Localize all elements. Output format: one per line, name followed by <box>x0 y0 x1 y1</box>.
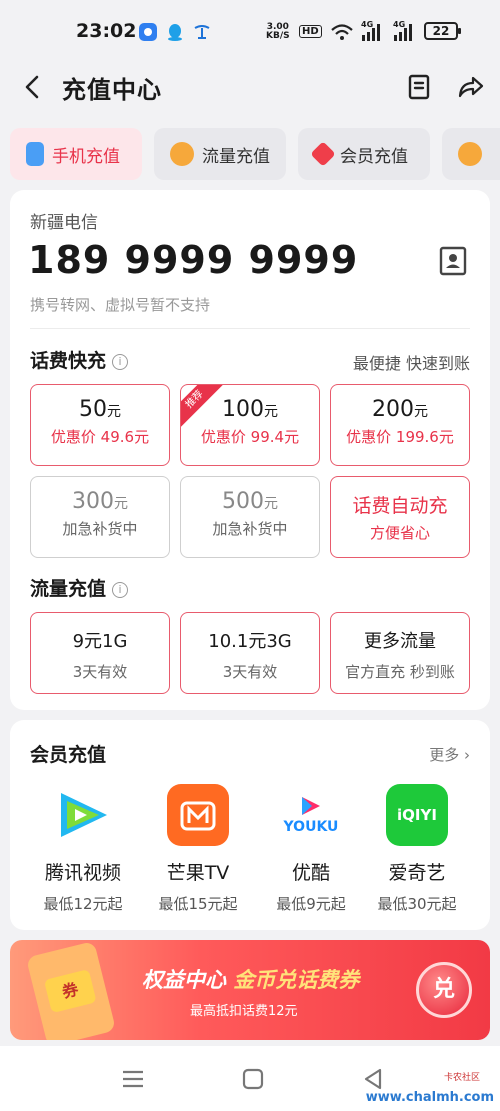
tab-more[interactable] <box>442 128 500 180</box>
tab-phone-recharge[interactable]: 手机充值 <box>10 128 142 180</box>
flow-option-1g[interactable]: 9元1G 3天有效 <box>30 612 170 694</box>
share-icon[interactable] <box>456 72 486 102</box>
info-icon[interactable]: i <box>112 582 129 598</box>
app-mango-tv[interactable]: 芒果TV 最低15元起 <box>143 784 253 914</box>
app-youku[interactable]: YOUKU 优酷 最低9元起 <box>256 784 366 914</box>
app-tencent-video[interactable]: 腾讯视频 最低12元起 <box>28 784 138 914</box>
back-icon[interactable] <box>360 1066 386 1092</box>
back-arrow-icon[interactable] <box>18 72 48 102</box>
battery-indicator: 22 <box>424 22 461 40</box>
tab-label: 手机充值 <box>52 146 120 167</box>
flow-option-3g[interactable]: 10.1元3G 3天有效 <box>180 612 320 694</box>
category-tabs: 手机充值 流量充值 会员充值 <box>0 128 500 180</box>
app-notification-icon <box>139 23 157 41</box>
flow-section-title: 流量充值 i <box>30 574 129 601</box>
rewards-banner[interactable]: 券 权益中心 金币兑话费券 最高抵扣话费12元 兑 <box>10 940 490 1040</box>
tab-label: 会员充值 <box>340 146 408 167</box>
data-bolt-icon <box>170 142 194 166</box>
fee-option-200[interactable]: 200元 优惠价 199.6元 <box>330 384 470 466</box>
iqiyi-logo-icon: iQIYI <box>386 784 448 846</box>
tab-label: 流量充值 <box>202 146 270 167</box>
chevron-right-icon: › <box>464 746 470 764</box>
menu-icon[interactable] <box>120 1066 146 1092</box>
carrier-name: 新疆电信 <box>30 213 98 233</box>
signal-icon-2 <box>394 24 412 41</box>
watermark-brand: 卡农社区 <box>443 1073 480 1083</box>
network-speed: 3.00 KB/S <box>266 22 290 41</box>
mango-tv-logo-icon <box>167 784 229 846</box>
home-icon[interactable] <box>240 1066 266 1092</box>
banner-headline: 权益中心 金币兑话费券 <box>142 968 360 992</box>
system-navigation-bar: 卡农社区 www.chalmh.com <box>0 1046 500 1111</box>
signal-icon-1 <box>362 24 380 41</box>
membership-card: 会员充值 更多 › 腾讯视频 最低12元起 芒果TV 最低15元起 YOUKU … <box>10 720 490 930</box>
wifi-icon <box>331 24 353 40</box>
youku-logo-icon: YOUKU <box>280 784 342 846</box>
hd-badge: HD <box>299 25 322 38</box>
redeem-button[interactable]: 兑 <box>416 962 472 1018</box>
fee-tagline: 最便捷 快速到账 <box>352 354 470 373</box>
fee-option-100[interactable]: 推荐 100元 优惠价 99.4元 <box>180 384 320 466</box>
status-bar: 23:02 3.00 KB/S HD 4G 4G 22 <box>0 0 500 62</box>
coin-icon <box>458 142 482 166</box>
watermark-site: www.chalmh.com <box>365 1090 494 1105</box>
fee-option-50[interactable]: 50元 优惠价 49.6元 <box>30 384 170 466</box>
tab-membership-recharge[interactable]: 会员充值 <box>298 128 430 180</box>
page-header: 充值中心 <box>0 62 500 114</box>
auto-recharge-option[interactable]: 话费自动充 方便省心 <box>330 476 470 558</box>
app-iqiyi[interactable]: iQIYI 爱奇艺 最低30元起 <box>362 784 472 914</box>
qq-icon <box>168 24 182 41</box>
banner-subtitle: 最高抵扣话费12元 <box>190 1004 298 1019</box>
info-icon[interactable]: i <box>112 354 129 370</box>
phone-icon <box>26 142 44 166</box>
telecom-icon <box>194 25 210 39</box>
more-link[interactable]: 更多 › <box>429 744 470 765</box>
transfer-note: 携号转网、虚拟号暂不支持 <box>30 296 211 314</box>
membership-title: 会员充值 <box>30 744 107 766</box>
tab-data-recharge[interactable]: 流量充值 <box>154 128 286 180</box>
divider <box>30 328 470 329</box>
fee-option-300[interactable]: 300元 加急补货中 <box>30 476 170 558</box>
diamond-icon <box>310 141 336 167</box>
fee-section-title: 话费快充 i <box>30 346 129 373</box>
recharge-card: 新疆电信 189 9999 9999 携号转网、虚拟号暂不支持 话费快充 i 最便… <box>10 190 490 710</box>
phone-number[interactable]: 189 9999 9999 <box>28 238 358 282</box>
page-title: 充值中心 <box>62 76 162 104</box>
phone-coupon-illustration: 券 <box>25 940 117 1040</box>
order-list-icon[interactable] <box>404 72 434 102</box>
status-time: 23:02 <box>76 20 137 42</box>
tencent-video-logo-icon <box>52 784 114 846</box>
contact-book-icon[interactable] <box>438 246 468 276</box>
fee-option-500[interactable]: 500元 加急补货中 <box>180 476 320 558</box>
flow-option-more[interactable]: 更多流量 官方直充 秒到账 <box>330 612 470 694</box>
